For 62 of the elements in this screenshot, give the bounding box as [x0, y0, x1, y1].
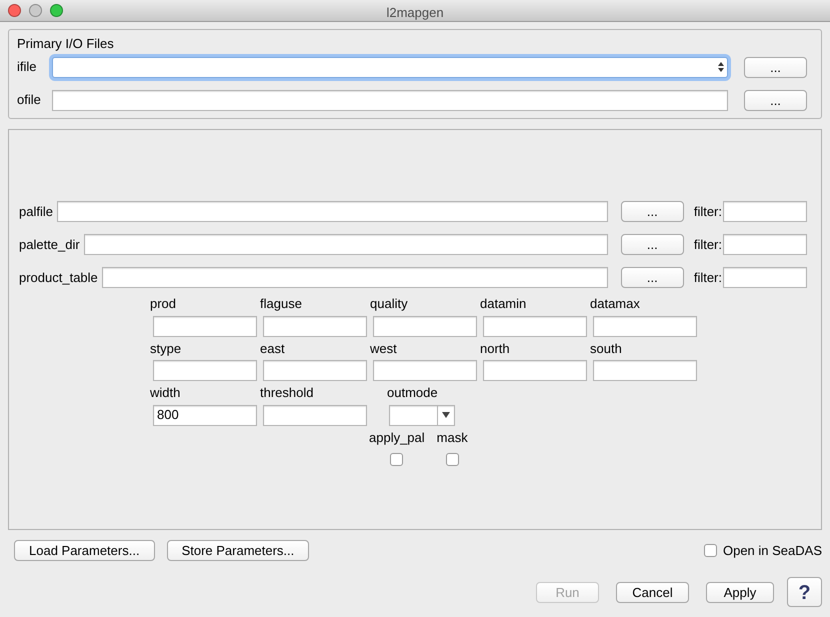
action-button[interactable]: Apply [706, 582, 774, 602]
input-field[interactable] [373, 360, 477, 381]
input-field[interactable] [84, 234, 608, 255]
action-button[interactable]: Cancel [616, 582, 689, 602]
filter-field[interactable] [723, 234, 807, 255]
checkbox[interactable] [446, 453, 459, 466]
datamin-label: datamin [480, 295, 528, 313]
ofile-label: ofile [17, 91, 42, 110]
group-title: Primary I/O Files [17, 36, 114, 51]
minimize-button[interactable] [29, 4, 42, 17]
checkbox-label: Open in SeaDAS [722, 542, 822, 560]
filter-label: filter: [694, 236, 722, 254]
input-field[interactable] [153, 360, 257, 381]
input-field[interactable] [593, 316, 697, 336]
south-label: south [590, 340, 623, 358]
ifile-label: ifile [17, 58, 38, 76]
dropdown[interactable] [389, 404, 455, 426]
input-field[interactable] [56, 201, 608, 222]
input-field[interactable] [52, 90, 728, 110]
stype-label: stype [150, 340, 182, 358]
input-field[interactable] [263, 404, 367, 426]
north-label: north [480, 340, 511, 358]
input-field[interactable]: 800 [153, 404, 257, 426]
input-field[interactable] [373, 316, 477, 336]
zoom-button[interactable] [50, 4, 63, 17]
width-label: width [150, 384, 182, 402]
input-field[interactable] [483, 360, 587, 381]
filter-label: filter: [694, 202, 722, 221]
quality-label: quality [370, 295, 409, 313]
east-label: east [260, 340, 286, 358]
outmode-label: outmode [387, 384, 439, 402]
window-title: l2mapgen [386, 4, 444, 22]
close-button[interactable] [8, 4, 21, 17]
datamax-label: datamax [590, 295, 641, 313]
checkbox[interactable] [704, 544, 717, 557]
browse-button[interactable]: ... [744, 56, 807, 78]
input-field[interactable] [263, 360, 367, 381]
input-field[interactable] [102, 267, 608, 288]
threshold-label: threshold [260, 384, 314, 402]
input-field[interactable] [263, 316, 367, 336]
stepper-icon [718, 62, 724, 72]
browse-button[interactable]: ... [620, 234, 684, 255]
filter-field[interactable] [723, 267, 807, 288]
params-button[interactable]: Load Parameters... [14, 540, 155, 561]
checkbox[interactable] [390, 453, 404, 466]
filter-label: filter: [694, 268, 722, 287]
browse-button[interactable]: ... [620, 201, 684, 222]
field-value: 800 [157, 406, 179, 424]
browse-button[interactable]: ... [744, 90, 807, 110]
help-button[interactable]: ? [787, 577, 822, 607]
mask-label: mask [436, 428, 468, 446]
flaguse-label: flaguse [260, 295, 303, 313]
palfile-label: palfile [19, 202, 53, 221]
west-label: west [370, 340, 398, 358]
input-field[interactable] [153, 316, 257, 336]
prod-label: prod [150, 295, 178, 313]
filter-field[interactable] [723, 201, 807, 222]
input-field[interactable] [593, 360, 697, 381]
input-field[interactable] [483, 316, 587, 336]
browse-button[interactable]: ... [620, 267, 684, 288]
caret-icon [442, 412, 450, 418]
params-button[interactable]: Store Parameters... [166, 540, 310, 561]
